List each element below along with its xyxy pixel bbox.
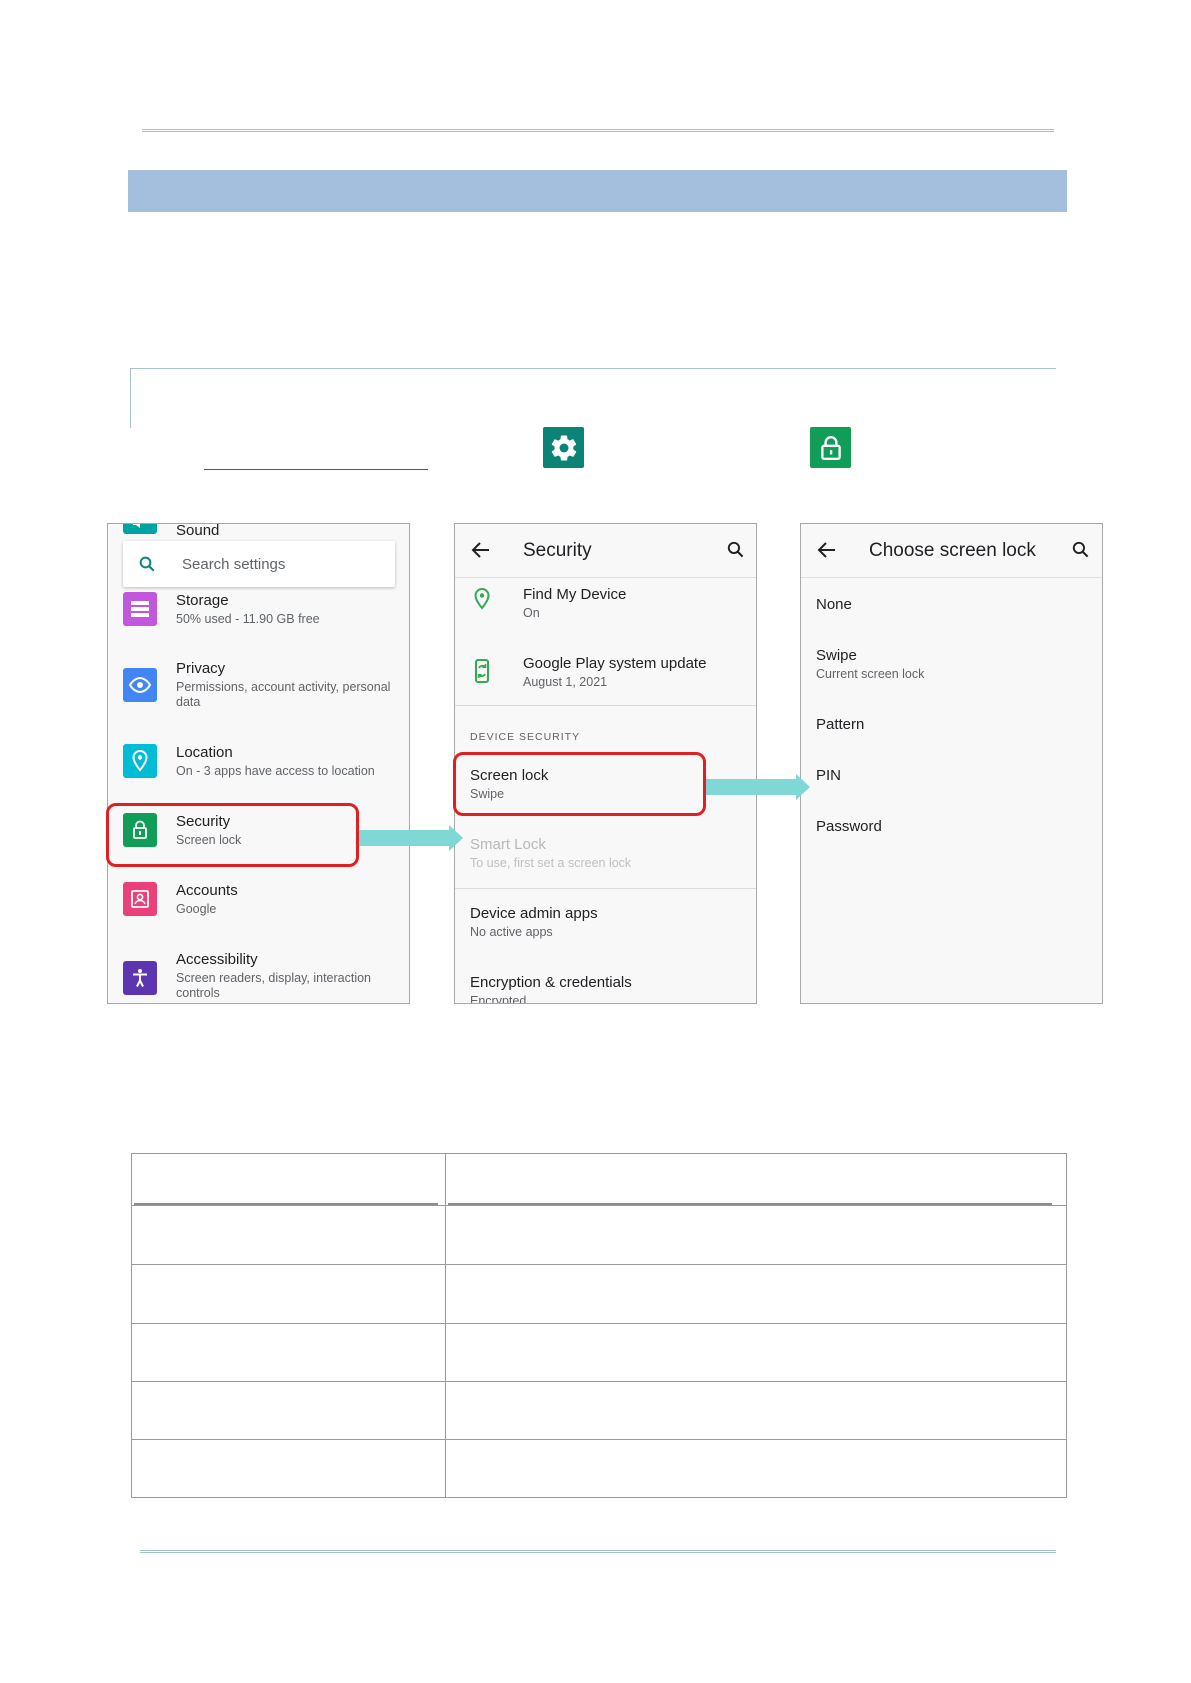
option-pattern-label: Pattern: [816, 716, 865, 733]
footer-rule: [140, 1550, 1056, 1553]
arrow-to-security: [359, 830, 449, 846]
settings-list-panel: Sound Search settings Storage 50% used -…: [107, 523, 410, 1004]
option-swipe-label: Swipe: [816, 647, 857, 664]
lock-option-pin[interactable]: PIN: [801, 765, 1102, 805]
security-highlight: [106, 803, 359, 867]
sound-label: Sound: [176, 523, 220, 539]
option-none-label: None: [816, 596, 852, 613]
back-arrow-icon[interactable]: [817, 541, 837, 559]
list-item-privacy[interactable]: Privacy Permissions, account activity, p…: [108, 658, 409, 718]
privacy-title: Privacy: [176, 660, 226, 677]
section-divider: [455, 888, 756, 889]
storage-title: Storage: [176, 592, 229, 609]
list-item-find-my-device[interactable]: Find My Device On: [455, 584, 756, 636]
option-swipe-subtitle: Current screen lock: [816, 667, 925, 681]
section-divider: [455, 705, 756, 706]
list-item-system-update[interactable]: Google Play system update August 1, 2021: [455, 653, 756, 705]
table-row-divider: [132, 1323, 1066, 1324]
find-my-device-title: Find My Device: [523, 586, 627, 603]
lock-option-password[interactable]: Password: [801, 816, 1102, 856]
encryption-subtitle: Encrypted: [470, 994, 527, 1004]
system-update-icon: [475, 659, 489, 683]
choose-lock-title: Choose screen lock: [869, 540, 1036, 561]
back-arrow-icon[interactable]: [471, 541, 491, 559]
storage-icon: [123, 592, 157, 626]
list-item-accounts[interactable]: Accounts Google: [108, 880, 409, 932]
sound-icon: [123, 524, 157, 534]
choose-screen-lock-panel: Choose screen lock None Swipe Current sc…: [800, 523, 1103, 1004]
system-update-title: Google Play system update: [523, 655, 707, 672]
table-row-divider: [132, 1381, 1066, 1382]
device-admin-subtitle: No active apps: [470, 925, 553, 939]
device-admin-title: Device admin apps: [470, 905, 598, 922]
settings-app-icon: [543, 427, 584, 468]
search-icon[interactable]: [1071, 540, 1090, 559]
privacy-eye-icon: [123, 668, 157, 702]
section-banner: [128, 170, 1067, 212]
find-my-device-subtitle: On: [523, 606, 540, 620]
list-item-accessibility[interactable]: Accessibility Screen readers, display, i…: [108, 949, 409, 1003]
arrow-head: [449, 825, 463, 851]
table-row-divider: [132, 1439, 1066, 1440]
table-row-divider: [132, 1205, 1066, 1206]
privacy-subtitle: Permissions, account activity, personal …: [176, 680, 391, 709]
smart-lock-title: Smart Lock: [470, 836, 546, 853]
accessibility-icon: [123, 961, 157, 995]
arrow-to-screen-lock: [706, 779, 796, 795]
device-security-header: DEVICE SECURITY: [470, 731, 581, 743]
list-item-location[interactable]: Location On - 3 apps have access to loca…: [108, 742, 409, 794]
screen-lock-options-table: [131, 1153, 1067, 1498]
lock-option-none[interactable]: None: [801, 594, 1102, 634]
account-box-icon: [123, 882, 157, 916]
smart-lock-subtitle: To use, first set a screen lock: [470, 856, 632, 870]
accounts-subtitle: Google: [176, 902, 217, 916]
search-icon[interactable]: [726, 540, 745, 559]
hyperlink-underline[interactable]: [204, 469, 428, 470]
lock-app-icon: [810, 427, 851, 468]
choose-lock-app-bar: Choose screen lock: [801, 524, 1102, 578]
list-item-smart-lock: Smart Lock To use, first set a screen lo…: [455, 834, 756, 886]
lock-option-swipe[interactable]: Swipe Current screen lock: [801, 645, 1102, 689]
option-password-label: Password: [816, 818, 882, 835]
screen-lock-highlight: [453, 752, 706, 816]
option-pin-label: PIN: [816, 767, 842, 784]
lock-option-pattern[interactable]: Pattern: [801, 714, 1102, 754]
list-item-encryption[interactable]: Encryption & credentials Encrypted: [455, 972, 756, 1004]
storage-subtitle: 50% used - 11.90 GB free: [176, 612, 320, 626]
table-row-divider: [132, 1264, 1066, 1265]
location-pin-icon: [474, 588, 490, 610]
accessibility-subtitle: Screen readers, display, interaction con…: [176, 971, 372, 1000]
search-placeholder: Search settings: [182, 556, 286, 573]
search-bar[interactable]: Search settings: [123, 541, 395, 587]
gear-icon: [551, 434, 576, 461]
location-pin-icon: [123, 744, 157, 778]
arrow-head: [796, 774, 810, 800]
location-title: Location: [176, 744, 233, 761]
system-update-subtitle: August 1, 2021: [523, 675, 608, 689]
padlock-icon: [820, 435, 841, 460]
list-item-storage[interactable]: Storage 50% used - 11.90 GB free: [108, 590, 409, 642]
list-item-sound[interactable]: Sound: [108, 523, 409, 542]
note-box: [130, 368, 1056, 428]
encryption-title: Encryption & credentials: [470, 974, 632, 991]
security-app-bar: Security: [455, 524, 756, 578]
location-subtitle: On - 3 apps have access to location: [176, 764, 375, 778]
accessibility-title: Accessibility: [176, 951, 258, 968]
search-icon: [139, 556, 155, 572]
security-title: Security: [523, 540, 592, 561]
accounts-title: Accounts: [176, 882, 238, 899]
list-item-device-admin[interactable]: Device admin apps No active apps: [455, 903, 756, 955]
header-rule: [142, 129, 1054, 132]
